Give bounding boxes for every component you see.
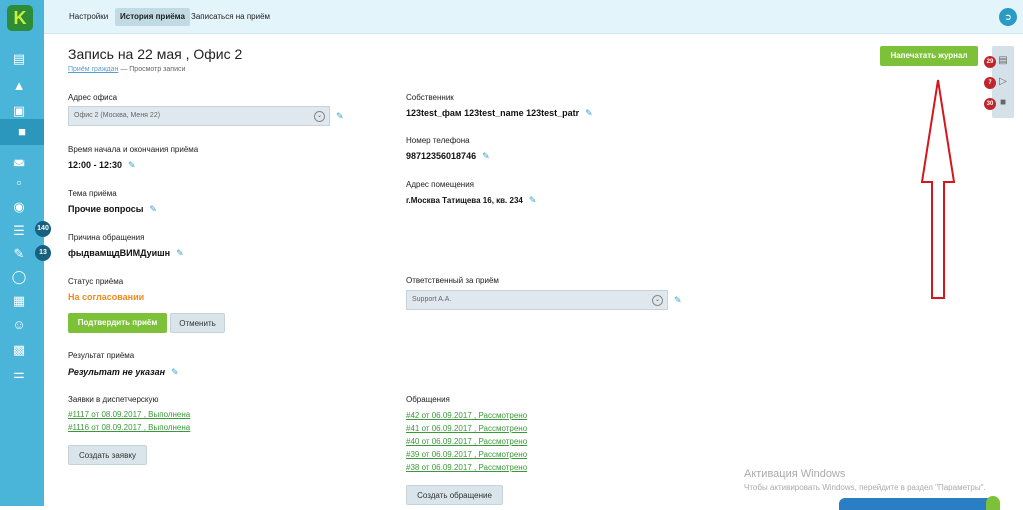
appeal-item[interactable]: #42 от 06.09.2017 , Рассмотрено: [406, 411, 527, 420]
edit-owner-icon[interactable]: ✎: [585, 108, 593, 118]
reason-value: фыдвамщдВИМДуишн ✎: [68, 248, 184, 259]
speaker-badge: 7: [984, 77, 996, 89]
time-value: 12:00 - 12:30 ✎: [68, 160, 136, 171]
breadcrumb-link[interactable]: Приём граждан: [68, 66, 118, 73]
status-value: На согласовании: [68, 292, 145, 302]
appeal-item[interactable]: #40 от 06.09.2017 , Рассмотрено: [406, 437, 527, 446]
tab-history[interactable]: История приёма: [115, 8, 190, 26]
tab-book-appointment[interactable]: Записаться на приём: [186, 8, 275, 26]
confirm-appointment-button[interactable]: Подтвердить приём: [68, 313, 167, 333]
stamp-icon[interactable]: ■: [0, 119, 44, 145]
breadcrumb-current: Просмотр записи: [129, 66, 186, 73]
phone-value: 98712356018746 ✎: [406, 151, 490, 162]
chevron-down-icon: ⌄: [652, 295, 663, 306]
office-address-select[interactable]: Офис 2 (Москва, Меня 22) ⌄: [68, 106, 330, 126]
owner-value: 123test_фам 123test_name 123test_patr ✎: [406, 108, 593, 119]
result-label: Результат приёма: [68, 351, 135, 360]
archive-icon[interactable]: ▫: [9, 174, 29, 192]
topic-label: Тема приёма: [68, 189, 117, 198]
chat-widget-tab[interactable]: [839, 498, 999, 510]
appeal-item[interactable]: #38 от 06.09.2017 , Рассмотрено: [406, 463, 527, 472]
dispatch-item[interactable]: #1116 от 08.09.2017 , Выполнена: [68, 423, 190, 432]
office-address-value: Офис 2 (Москва, Меня 22): [74, 112, 161, 119]
chart-icon[interactable]: ▤: [9, 50, 29, 68]
appeal-item[interactable]: #39 от 06.09.2017 , Рассмотрено: [406, 450, 527, 459]
windows-activation-title: Активация Windows: [744, 468, 846, 480]
premises-label: Адрес помещения: [406, 180, 475, 189]
responsible-select[interactable]: Support A.A. ⌄: [406, 290, 668, 310]
tray-icon[interactable]: ☰: [9, 222, 29, 240]
stamp-badge: 30: [984, 98, 996, 110]
topic-value: Прочие вопросы ✎: [68, 204, 157, 215]
bookmark-icon[interactable]: ◛: [9, 150, 29, 168]
chevron-down-icon: ⌄: [314, 111, 325, 122]
app-logo[interactable]: K: [7, 5, 33, 31]
newspaper-icon[interactable]: ▩: [9, 341, 29, 359]
wallet-icon[interactable]: ▣: [9, 102, 29, 120]
edit-time-icon[interactable]: ✎: [128, 160, 136, 170]
edit-result-icon[interactable]: ✎: [171, 367, 179, 377]
result-text: Результат не указан: [68, 367, 166, 377]
breadcrumb: Приём граждан — Просмотр записи: [68, 66, 185, 73]
time-label: Время начала и окончания приёма: [68, 145, 199, 154]
result-value: Результат не указан ✎: [68, 367, 179, 378]
journal-icon[interactable]: ▤: [997, 55, 1009, 67]
page-title: Запись на 22 мая , Офис 2: [68, 46, 243, 62]
time-text: 12:00 - 12:30: [68, 160, 123, 170]
responsible-value: Support A.A.: [412, 296, 452, 303]
journal-badge: 29: [984, 56, 996, 68]
chat-widget-toggle[interactable]: [986, 496, 1000, 510]
smile-icon[interactable]: ☺: [9, 316, 29, 334]
reason-label: Причина обращения: [68, 233, 145, 242]
phone-text: 98712356018746: [406, 151, 477, 161]
create-appeal-button[interactable]: Создать обращение: [406, 485, 503, 505]
appeal-item[interactable]: #41 от 06.09.2017 , Рассмотрено: [406, 424, 527, 433]
windows-activation-text: Чтобы активировать Windows, перейдите в …: [744, 483, 986, 492]
building-icon[interactable]: ▦: [9, 292, 29, 310]
chat-icon[interactable]: ◯: [9, 268, 29, 286]
main-content: Запись на 22 мая , Офис 2 Приём граждан …: [44, 34, 1023, 510]
reason-text: фыдвамщдВИМДуишн: [68, 248, 171, 258]
tab-settings[interactable]: Настройки: [64, 8, 113, 26]
right-tool-panel: ▤ 29 ▷ 7 ■ 30: [984, 46, 1014, 118]
logout-icon[interactable]: ➲: [999, 8, 1017, 26]
premises-text: г.Москва Татищева 16, кв. 234: [406, 196, 523, 205]
edit-phone-icon[interactable]: ✎: [482, 151, 490, 161]
edit-icon[interactable]: ✎: [9, 245, 29, 263]
cancel-button[interactable]: Отменить: [170, 313, 225, 333]
edit-premises-icon[interactable]: ✎: [529, 195, 537, 205]
premises-value: г.Москва Татищева 16, кв. 234 ✎: [406, 195, 536, 206]
appeals-label: Обращения: [406, 395, 450, 404]
breadcrumb-separator: —: [120, 66, 128, 73]
edit-office-icon[interactable]: ✎: [336, 111, 344, 122]
topic-text: Прочие вопросы: [68, 204, 144, 214]
top-nav: Настройки История приёма Записаться на п…: [44, 0, 1023, 34]
responsible-label: Ответственный за приём: [406, 276, 499, 285]
sidebar: K ▤ ▲ ▣ ■ ◛ ▫ ◉ ☰ 140 ✎ 13 ◯ ▦ ☺ ▩ ⚌: [0, 0, 51, 506]
owner-label: Собственник: [406, 93, 454, 102]
office-address-label: Адрес офиса: [68, 93, 118, 102]
landscape-icon[interactable]: ▲: [9, 77, 29, 95]
speaker-icon[interactable]: ▷: [997, 76, 1009, 88]
stamp-icon[interactable]: ■: [997, 97, 1009, 109]
sliders-icon[interactable]: ⚌: [9, 365, 29, 383]
coin-icon[interactable]: ◉: [9, 198, 29, 216]
print-journal-button[interactable]: Напечатать журнал: [880, 46, 978, 66]
dispatch-label: Заявки в диспетчерскую: [68, 395, 159, 404]
edit-reason-icon[interactable]: ✎: [176, 248, 184, 258]
owner-text: 123test_фам 123test_name 123test_patr: [406, 108, 580, 118]
create-request-button[interactable]: Создать заявку: [68, 445, 147, 465]
edit-responsible-icon[interactable]: ✎: [674, 295, 682, 306]
dispatch-item[interactable]: #1117 от 08.09.2017 , Выполнена: [68, 410, 190, 419]
edit-topic-icon[interactable]: ✎: [149, 204, 157, 214]
phone-label: Номер телефона: [406, 136, 470, 145]
annotation-arrow: [920, 79, 956, 299]
status-label: Статус приёма: [68, 277, 124, 286]
